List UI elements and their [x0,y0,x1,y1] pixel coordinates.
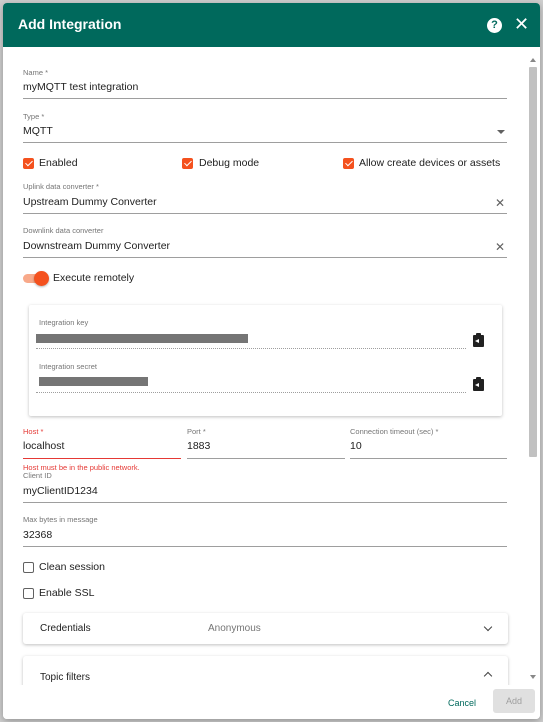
chevron-up-icon[interactable] [483,671,493,681]
host-input[interactable]: localhost [23,440,64,452]
max-bytes-underline [23,546,507,547]
port-label: Port * [187,427,206,436]
dialog-content: Name * myMQTT test integration Type * MQ… [3,47,540,685]
allow-create-label: Allow create devices or assets [359,157,501,169]
clear-icon[interactable]: ✕ [495,197,505,209]
help-icon[interactable]: ? [487,18,502,33]
port-input[interactable]: 1883 [187,440,210,452]
integration-key-label: Integration key [39,318,89,327]
downlink-underline [23,257,507,258]
credentials-value: Anonymous [208,623,261,634]
host-label: Host * [23,427,44,436]
uplink-input[interactable]: Upstream Dummy Converter [23,196,157,208]
host-underline [23,458,181,459]
integration-secret-label: Integration secret [39,362,97,371]
cancel-button[interactable]: Cancel [439,695,485,711]
scrollbar[interactable] [528,53,538,685]
integration-key-underline [36,348,466,349]
type-underline [23,142,507,143]
client-id-label: Client ID [23,471,52,480]
close-icon[interactable]: ✕ [514,14,529,34]
clipboard-icon[interactable] [473,377,484,391]
dialog-header: Add Integration ? ✕ [3,3,540,47]
execute-remotely-label: Execute remotely [53,272,135,284]
max-bytes-input[interactable]: 32368 [23,529,52,541]
type-label: Type * [23,112,45,121]
topic-filters-title: Topic filters [40,672,91,683]
remote-credentials-panel: Integration key Integration secret [29,305,502,416]
enabled-checkbox[interactable] [23,158,34,169]
credentials-title: Credentials [40,623,91,634]
allow-create-checkbox[interactable] [343,158,354,169]
scroll-up-arrow[interactable] [530,58,536,62]
name-input[interactable]: myMQTT test integration [23,81,138,93]
add-integration-dialog: Add Integration ? ✕ Name * myMQTT test i… [3,3,540,719]
client-id-input[interactable]: myClientID1234 [23,485,98,497]
clean-session-label: Clean session [39,561,105,573]
add-button[interactable]: Add [493,689,535,713]
enable-ssl-checkbox[interactable] [23,588,34,599]
uplink-label: Uplink data converter * [23,182,99,191]
name-underline [23,98,507,99]
downlink-input[interactable]: Downstream Dummy Converter [23,240,170,252]
toggle-thumb[interactable] [34,271,49,286]
chevron-down-icon[interactable] [483,622,493,632]
timeout-label: Connection timeout (sec) * [350,427,439,436]
downlink-label: Downlink data converter [23,226,104,235]
timeout-input[interactable]: 10 [350,440,362,452]
dialog-title: Add Integration [18,16,122,32]
scroll-down-arrow[interactable] [530,675,536,679]
debug-mode-label: Debug mode [199,157,260,169]
enabled-label: Enabled [39,157,78,169]
scroll-thumb[interactable] [529,67,537,457]
clipboard-icon[interactable] [473,333,484,347]
dropdown-arrow-icon[interactable] [497,130,505,134]
integration-key-value [36,334,248,343]
client-id-underline [23,502,507,503]
debug-mode-checkbox[interactable] [182,158,193,169]
enable-ssl-label: Enable SSL [39,587,95,599]
integration-secret-value [39,377,148,386]
credentials-panel[interactable]: Credentials Anonymous [23,613,508,644]
clean-session-checkbox[interactable] [23,562,34,573]
clear-icon[interactable]: ✕ [495,241,505,253]
type-select[interactable]: MQTT [23,125,53,137]
uplink-underline [23,213,507,214]
port-underline [187,458,345,459]
dialog-footer: Cancel Add [3,685,540,719]
timeout-underline [350,458,507,459]
name-label: Name * [23,68,49,77]
max-bytes-label: Max bytes in message [23,515,98,524]
integration-secret-underline [36,392,466,393]
topic-filters-panel[interactable]: Topic filters [23,656,508,685]
